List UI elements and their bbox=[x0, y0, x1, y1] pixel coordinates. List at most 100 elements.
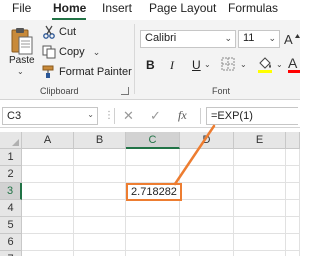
cell[interactable] bbox=[74, 217, 126, 234]
cell[interactable] bbox=[180, 183, 234, 200]
cell[interactable] bbox=[126, 166, 180, 183]
format-painter-label: Format Painter bbox=[59, 66, 132, 78]
font-color-icon[interactable]: A bbox=[288, 55, 300, 73]
borders-dropdown-icon[interactable]: ⌄ bbox=[240, 60, 247, 69]
cancel-icon[interactable]: ✕ bbox=[123, 108, 134, 124]
cell[interactable] bbox=[126, 251, 180, 256]
name-box-value: C3 bbox=[7, 110, 22, 122]
cell[interactable] bbox=[22, 183, 74, 200]
tab-page-layout[interactable]: Page Layout bbox=[149, 1, 216, 15]
cell[interactable] bbox=[74, 183, 126, 200]
cell[interactable] bbox=[234, 149, 286, 166]
cell[interactable] bbox=[22, 149, 74, 166]
cell[interactable] bbox=[126, 234, 180, 251]
fill-color-icon[interactable] bbox=[256, 55, 274, 73]
cell[interactable] bbox=[180, 217, 234, 234]
cell[interactable] bbox=[286, 183, 300, 200]
column-header-a[interactable]: A bbox=[22, 132, 74, 149]
cell[interactable] bbox=[74, 251, 126, 256]
cell[interactable] bbox=[22, 217, 74, 234]
cell[interactable] bbox=[286, 166, 300, 183]
more-options-icon[interactable]: ⋮ bbox=[104, 110, 114, 121]
borders-icon[interactable] bbox=[220, 56, 236, 72]
insert-function-button[interactable]: fx bbox=[178, 108, 187, 123]
font-name-value: Calibri bbox=[145, 32, 177, 44]
row-header-3[interactable]: 3 bbox=[0, 183, 22, 200]
cell[interactable] bbox=[234, 166, 286, 183]
row-header-6[interactable]: 6 bbox=[0, 234, 22, 251]
cell[interactable] bbox=[180, 200, 234, 217]
cell[interactable] bbox=[286, 234, 300, 251]
cell[interactable] bbox=[234, 217, 286, 234]
cell[interactable] bbox=[180, 234, 234, 251]
cell[interactable] bbox=[286, 200, 300, 217]
copy-dropdown-icon[interactable]: ⌄ bbox=[93, 47, 101, 58]
cell[interactable] bbox=[180, 149, 234, 166]
underline-button[interactable]: U bbox=[192, 58, 201, 72]
tab-home[interactable]: Home bbox=[53, 1, 86, 15]
select-all-button[interactable] bbox=[0, 132, 22, 149]
formula-value: =EXP(1) bbox=[211, 110, 253, 122]
cell[interactable] bbox=[22, 166, 74, 183]
cell[interactable] bbox=[180, 251, 234, 256]
cell[interactable] bbox=[234, 251, 286, 256]
cell[interactable] bbox=[74, 166, 126, 183]
fill-color-dropdown-icon[interactable]: ⌄ bbox=[276, 60, 283, 69]
cell[interactable] bbox=[126, 149, 180, 166]
chevron-down-icon: ⌄ bbox=[268, 33, 276, 43]
cell[interactable] bbox=[22, 251, 74, 256]
cell[interactable] bbox=[22, 234, 74, 251]
tab-formulas[interactable]: Formulas bbox=[228, 1, 278, 15]
chevron-down-icon: ⌄ bbox=[224, 33, 232, 43]
cell-value-highlight[interactable]: 2.718282 bbox=[126, 183, 182, 201]
cut-button[interactable]: Cut bbox=[42, 24, 76, 40]
increase-font-size-icon[interactable]: A bbox=[284, 32, 300, 46]
font-size-select[interactable]: 11 ⌄ bbox=[238, 30, 280, 48]
cell[interactable] bbox=[180, 166, 234, 183]
svg-text:A: A bbox=[284, 32, 293, 46]
cell[interactable] bbox=[74, 234, 126, 251]
formula-input[interactable]: =EXP(1) bbox=[206, 107, 298, 125]
cell[interactable] bbox=[286, 149, 300, 166]
ribbon-home: Paste ⌄ Cut Copy ⌄ Format Painter Clipbo… bbox=[0, 20, 300, 100]
cell[interactable] bbox=[22, 200, 74, 217]
select-all-icon bbox=[12, 139, 19, 146]
row-header-7[interactable]: 7 bbox=[0, 251, 22, 256]
cell[interactable] bbox=[234, 234, 286, 251]
cell[interactable] bbox=[126, 200, 180, 217]
divider bbox=[200, 108, 201, 124]
clipboard-launcher-icon[interactable] bbox=[121, 87, 129, 95]
copy-button[interactable]: Copy ⌄ bbox=[42, 44, 100, 60]
scissors-icon bbox=[43, 25, 55, 39]
paste-icon[interactable] bbox=[10, 26, 34, 56]
row-header-2[interactable]: 2 bbox=[0, 166, 22, 183]
italic-button[interactable]: I bbox=[170, 58, 174, 73]
column-header-e[interactable]: E bbox=[234, 132, 286, 149]
tab-insert[interactable]: Insert bbox=[102, 1, 132, 15]
row-header-5[interactable]: 5 bbox=[0, 217, 22, 234]
name-box[interactable]: C3 ⌄ bbox=[2, 107, 98, 125]
column-header-f[interactable] bbox=[286, 132, 300, 149]
bold-button[interactable]: B bbox=[146, 58, 155, 72]
row-header-4[interactable]: 4 bbox=[0, 200, 22, 217]
column-header-d[interactable]: D bbox=[180, 132, 234, 149]
copy-icon bbox=[42, 45, 56, 59]
enter-icon[interactable]: ✓ bbox=[150, 108, 161, 124]
cell[interactable] bbox=[126, 217, 180, 234]
paste-button[interactable]: Paste bbox=[9, 55, 35, 66]
format-painter-button[interactable]: Format Painter bbox=[42, 64, 132, 80]
column-header-c[interactable]: C bbox=[126, 132, 180, 149]
row-header-1[interactable]: 1 bbox=[0, 149, 22, 166]
column-header-b[interactable]: B bbox=[74, 132, 126, 149]
cell[interactable] bbox=[234, 200, 286, 217]
cell[interactable] bbox=[286, 251, 300, 256]
tab-file[interactable]: File bbox=[12, 1, 31, 15]
paste-dropdown-icon[interactable]: ⌄ bbox=[17, 67, 24, 76]
group-divider bbox=[134, 24, 135, 94]
cell[interactable] bbox=[74, 149, 126, 166]
cell[interactable] bbox=[234, 183, 286, 200]
font-name-select[interactable]: Calibri ⌄ bbox=[140, 30, 236, 48]
underline-dropdown-icon[interactable]: ⌄ bbox=[204, 60, 211, 69]
cell[interactable] bbox=[286, 217, 300, 234]
cell[interactable] bbox=[74, 200, 126, 217]
